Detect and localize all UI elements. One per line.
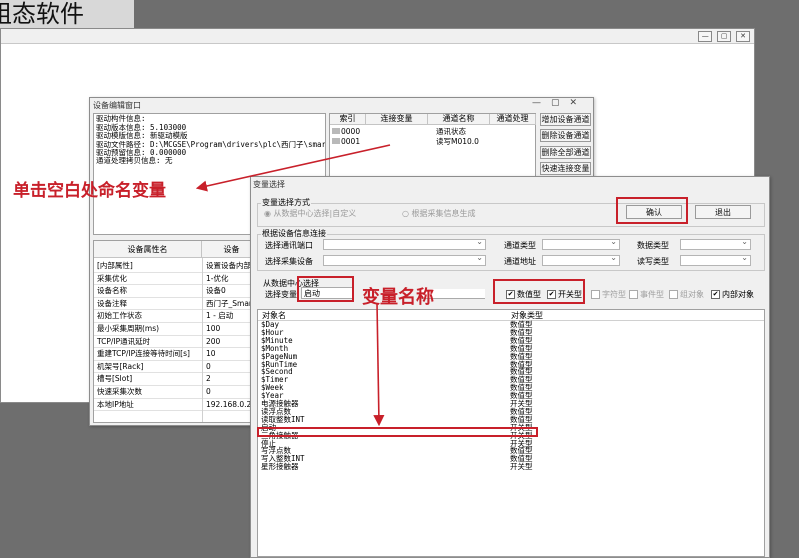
arrow-to-selected-row bbox=[373, 302, 385, 427]
arrow-to-blank-area bbox=[195, 144, 391, 192]
annotation-arrows bbox=[195, 144, 391, 427]
